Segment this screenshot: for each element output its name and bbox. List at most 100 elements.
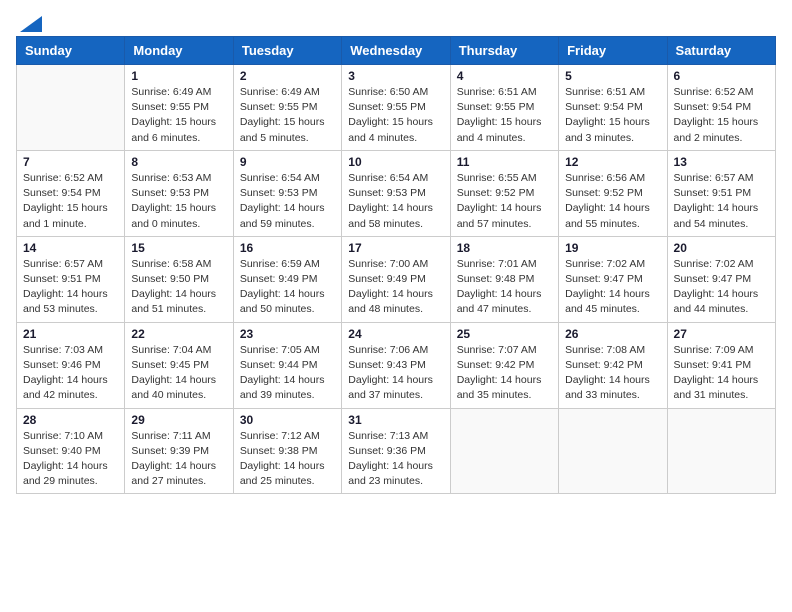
cell-details: Sunrise: 7:03 AMSunset: 9:46 PMDaylight:… [23, 343, 118, 404]
cell-details: Sunrise: 6:51 AMSunset: 9:54 PMDaylight:… [565, 85, 660, 146]
cell-details: Sunrise: 6:52 AMSunset: 9:54 PMDaylight:… [23, 171, 118, 232]
day-number: 10 [348, 155, 443, 169]
cell-details: Sunrise: 6:56 AMSunset: 9:52 PMDaylight:… [565, 171, 660, 232]
day-number: 7 [23, 155, 118, 169]
weekday-header: Saturday [667, 37, 775, 65]
calendar-cell: 4 Sunrise: 6:51 AMSunset: 9:55 PMDaylight… [450, 65, 558, 151]
calendar-cell: 16 Sunrise: 6:59 AMSunset: 9:49 PMDayligh… [233, 236, 341, 322]
cell-details: Sunrise: 7:11 AMSunset: 9:39 PMDaylight:… [131, 429, 226, 490]
calendar-week-row: 14 Sunrise: 6:57 AMSunset: 9:51 PMDayligh… [17, 236, 776, 322]
calendar-cell: 27 Sunrise: 7:09 AMSunset: 9:41 PMDayligh… [667, 322, 775, 408]
cell-details: Sunrise: 6:54 AMSunset: 9:53 PMDaylight:… [348, 171, 443, 232]
day-number: 28 [23, 413, 118, 427]
calendar-cell: 2 Sunrise: 6:49 AMSunset: 9:55 PMDaylight… [233, 65, 341, 151]
cell-details: Sunrise: 6:52 AMSunset: 9:54 PMDaylight:… [674, 85, 769, 146]
day-number: 22 [131, 327, 226, 341]
calendar-cell: 28 Sunrise: 7:10 AMSunset: 9:40 PMDayligh… [17, 408, 125, 494]
page-header [16, 16, 776, 28]
cell-details: Sunrise: 7:10 AMSunset: 9:40 PMDaylight:… [23, 429, 118, 490]
cell-details: Sunrise: 6:54 AMSunset: 9:53 PMDaylight:… [240, 171, 335, 232]
day-number: 26 [565, 327, 660, 341]
cell-details: Sunrise: 7:09 AMSunset: 9:41 PMDaylight:… [674, 343, 769, 404]
cell-details: Sunrise: 7:01 AMSunset: 9:48 PMDaylight:… [457, 257, 552, 318]
calendar-week-row: 21Sunrise: 7:03 AMSunset: 9:46 PMDayligh… [17, 322, 776, 408]
day-number: 14 [23, 241, 118, 255]
day-number: 29 [131, 413, 226, 427]
day-number: 11 [457, 155, 552, 169]
calendar-cell: 14 Sunrise: 6:57 AMSunset: 9:51 PMDayligh… [17, 236, 125, 322]
day-number: 17 [348, 241, 443, 255]
calendar-cell: 9Sunrise: 6:54 AMSunset: 9:53 PMDaylight… [233, 150, 341, 236]
day-number: 6 [674, 69, 769, 83]
calendar-cell: 26 Sunrise: 7:08 AMSunset: 9:42 PMDayligh… [559, 322, 667, 408]
day-number: 13 [674, 155, 769, 169]
cell-details: Sunrise: 6:49 AMSunset: 9:55 PMDaylight:… [131, 85, 226, 146]
cell-details: Sunrise: 6:57 AMSunset: 9:51 PMDaylight:… [23, 257, 118, 318]
calendar-cell: 22 Sunrise: 7:04 AMSunset: 9:45 PMDayligh… [125, 322, 233, 408]
calendar-cell: 19 Sunrise: 7:02 AMSunset: 9:47 PMDayligh… [559, 236, 667, 322]
calendar-cell [559, 408, 667, 494]
calendar-cell: 24 Sunrise: 7:06 AMSunset: 9:43 PMDayligh… [342, 322, 450, 408]
day-number: 16 [240, 241, 335, 255]
day-number: 15 [131, 241, 226, 255]
weekday-header: Tuesday [233, 37, 341, 65]
cell-details: Sunrise: 7:02 AMSunset: 9:47 PMDaylight:… [565, 257, 660, 318]
calendar-cell: 21Sunrise: 7:03 AMSunset: 9:46 PMDayligh… [17, 322, 125, 408]
weekday-header: Friday [559, 37, 667, 65]
day-number: 3 [348, 69, 443, 83]
calendar-cell: 8 Sunrise: 6:53 AMSunset: 9:53 PMDaylight… [125, 150, 233, 236]
calendar-cell: 13 Sunrise: 6:57 AMSunset: 9:51 PMDayligh… [667, 150, 775, 236]
cell-details: Sunrise: 7:04 AMSunset: 9:45 PMDaylight:… [131, 343, 226, 404]
cell-details: Sunrise: 6:58 AMSunset: 9:50 PMDaylight:… [131, 257, 226, 318]
day-number: 20 [674, 241, 769, 255]
day-number: 23 [240, 327, 335, 341]
day-number: 27 [674, 327, 769, 341]
cell-details: Sunrise: 6:55 AMSunset: 9:52 PMDaylight:… [457, 171, 552, 232]
weekday-header: Sunday [17, 37, 125, 65]
calendar-cell: 6 Sunrise: 6:52 AMSunset: 9:54 PMDaylight… [667, 65, 775, 151]
cell-details: Sunrise: 7:05 AMSunset: 9:44 PMDaylight:… [240, 343, 335, 404]
weekday-header: Thursday [450, 37, 558, 65]
calendar-cell: 25 Sunrise: 7:07 AMSunset: 9:42 PMDayligh… [450, 322, 558, 408]
cell-details: Sunrise: 6:51 AMSunset: 9:55 PMDaylight:… [457, 85, 552, 146]
calendar-cell: 12Sunrise: 6:56 AMSunset: 9:52 PMDayligh… [559, 150, 667, 236]
cell-details: Sunrise: 6:59 AMSunset: 9:49 PMDaylight:… [240, 257, 335, 318]
day-number: 5 [565, 69, 660, 83]
cell-details: Sunrise: 6:57 AMSunset: 9:51 PMDaylight:… [674, 171, 769, 232]
cell-details: Sunrise: 6:53 AMSunset: 9:53 PMDaylight:… [131, 171, 226, 232]
day-number: 19 [565, 241, 660, 255]
cell-details: Sunrise: 7:06 AMSunset: 9:43 PMDaylight:… [348, 343, 443, 404]
calendar-cell: 3 Sunrise: 6:50 AMSunset: 9:55 PMDaylight… [342, 65, 450, 151]
calendar-cell: 20 Sunrise: 7:02 AMSunset: 9:47 PMDayligh… [667, 236, 775, 322]
day-number: 1 [131, 69, 226, 83]
cell-details: Sunrise: 7:02 AMSunset: 9:47 PMDaylight:… [674, 257, 769, 318]
logo [16, 16, 42, 28]
calendar-cell: 11 Sunrise: 6:55 AMSunset: 9:52 PMDayligh… [450, 150, 558, 236]
cell-details: Sunrise: 7:00 AMSunset: 9:49 PMDaylight:… [348, 257, 443, 318]
cell-details: Sunrise: 7:13 AMSunset: 9:36 PMDaylight:… [348, 429, 443, 490]
day-number: 8 [131, 155, 226, 169]
cell-details: Sunrise: 7:07 AMSunset: 9:42 PMDaylight:… [457, 343, 552, 404]
calendar-table: SundayMondayTuesdayWednesdayThursdayFrid… [16, 36, 776, 494]
cell-details: Sunrise: 7:12 AMSunset: 9:38 PMDaylight:… [240, 429, 335, 490]
day-number: 24 [348, 327, 443, 341]
cell-details: Sunrise: 7:08 AMSunset: 9:42 PMDaylight:… [565, 343, 660, 404]
calendar-week-row: 7 Sunrise: 6:52 AMSunset: 9:54 PMDaylight… [17, 150, 776, 236]
calendar-week-row: 28 Sunrise: 7:10 AMSunset: 9:40 PMDayligh… [17, 408, 776, 494]
day-number: 2 [240, 69, 335, 83]
logo-icon [20, 16, 42, 32]
calendar-cell: 30 Sunrise: 7:12 AMSunset: 9:38 PMDayligh… [233, 408, 341, 494]
cell-details: Sunrise: 6:50 AMSunset: 9:55 PMDaylight:… [348, 85, 443, 146]
day-number: 4 [457, 69, 552, 83]
cell-details: Sunrise: 6:49 AMSunset: 9:55 PMDaylight:… [240, 85, 335, 146]
calendar-header-row: SundayMondayTuesdayWednesdayThursdayFrid… [17, 37, 776, 65]
calendar-cell: 23 Sunrise: 7:05 AMSunset: 9:44 PMDayligh… [233, 322, 341, 408]
weekday-header: Wednesday [342, 37, 450, 65]
day-number: 25 [457, 327, 552, 341]
calendar-cell: 7 Sunrise: 6:52 AMSunset: 9:54 PMDaylight… [17, 150, 125, 236]
day-number: 30 [240, 413, 335, 427]
calendar-week-row: 1 Sunrise: 6:49 AMSunset: 9:55 PMDaylight… [17, 65, 776, 151]
calendar-cell [17, 65, 125, 151]
calendar-cell: 5 Sunrise: 6:51 AMSunset: 9:54 PMDaylight… [559, 65, 667, 151]
calendar-cell: 10 Sunrise: 6:54 AMSunset: 9:53 PMDayligh… [342, 150, 450, 236]
